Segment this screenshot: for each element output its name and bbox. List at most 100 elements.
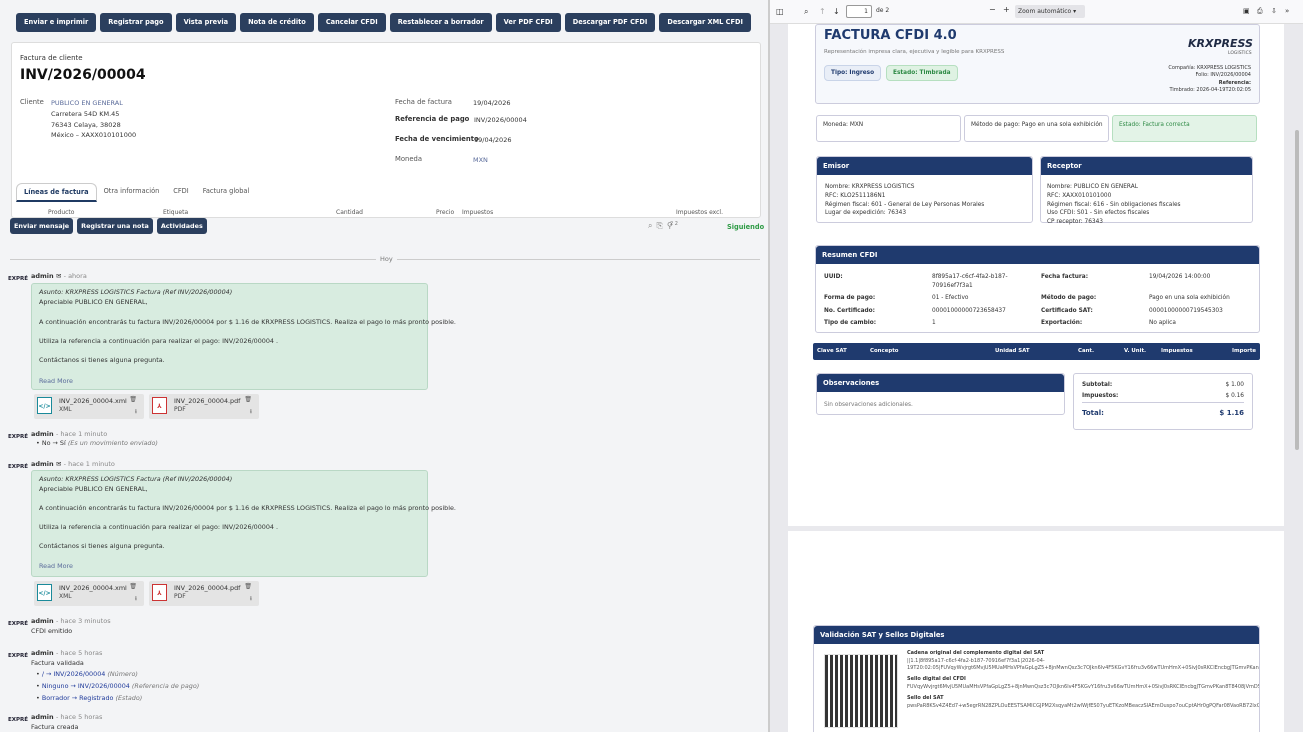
observaciones-text: Sin observaciones adicionales. <box>824 402 913 408</box>
date-separator: Hoy <box>10 255 760 263</box>
client-address-line3: México – XAXX010101000 <box>51 131 137 139</box>
tab-other-info[interactable]: Otra información <box>97 183 167 202</box>
activities-button[interactable]: Actividades <box>156 218 207 234</box>
col-taxes: Impuestos <box>462 209 494 216</box>
zoom-in-icon[interactable]: + <box>1003 5 1010 14</box>
zoom-out-icon[interactable]: − <box>989 5 996 14</box>
page-number-input[interactable]: 1 <box>846 5 872 18</box>
validation-card: Validación SAT y Sellos Digitales Cadena… <box>813 625 1260 732</box>
invoice-date-field[interactable]: 19/04/2026 <box>473 98 510 109</box>
register-payment-button[interactable]: Registrar pago <box>100 13 172 32</box>
download-xml-cfdi-button[interactable]: Descargar XML CFDI <box>659 13 751 32</box>
payment-ref-field[interactable]: INV/2026/00004 <box>474 115 527 126</box>
attachment-xml[interactable]: </> INV_2026_00004.xml XML 🗑 ⭳ <box>34 394 144 419</box>
attachment-pdf[interactable]: ⅄ INV_2026_00004.pdf PDF 🗑 ⭳ <box>149 394 259 419</box>
attachment-icon[interactable]: ⎘ <box>656 221 666 230</box>
action-toolbar: Enviar e imprimir Registrar pago Vista pre… <box>16 13 751 32</box>
page-count: de 2 <box>876 7 890 14</box>
download-icon[interactable]: ⭳ <box>250 407 252 417</box>
email-line2: Utiliza la referencia a continuación par… <box>39 337 279 345</box>
avatar: EXPRÉ <box>8 621 29 627</box>
download-pdf-cfdi-button[interactable]: Descargar PDF CFDI <box>564 13 656 32</box>
message-time: - hace 5 horas <box>55 649 103 657</box>
search-icon[interactable]: ⌕ <box>804 7 808 17</box>
type-badge: Tipo: Ingreso <box>824 65 882 81</box>
following-button[interactable]: Siguiendo <box>727 223 764 231</box>
pdf-scrollbar[interactable] <box>1295 130 1299 450</box>
trash-icon[interactable]: 🗑 <box>129 396 137 403</box>
currency-field[interactable]: MXN <box>473 155 488 166</box>
client-name-link[interactable]: PUBLICO EN GENERAL <box>51 98 123 109</box>
download-icon[interactable]: ⭳ <box>135 594 137 604</box>
log-note-button[interactable]: Registrar una nota <box>77 218 153 234</box>
emisor-line: Nombre: KRXPRESS LOGISTICS <box>825 184 915 190</box>
email-subject: Asunto: KRXPRESS LOGISTICS Factura (Ref … <box>39 475 233 483</box>
tracking-field: (Estado) <box>115 694 143 702</box>
pdf-file-icon: ⅄ <box>152 584 167 601</box>
arrow-down-icon[interactable]: ↓ <box>833 7 840 16</box>
date-label: Fecha de factura <box>395 98 452 106</box>
col-concepto: Concepto <box>870 348 899 354</box>
emisor-card: Emisor Nombre: KRXPRESS LOGISTICS RFC: K… <box>816 156 1033 223</box>
uuid-value: 8f895a17-c6cf-4fa2-b187-70916ef7f3a1 <box>932 274 1008 289</box>
preview-button[interactable]: Vista previa <box>175 13 237 32</box>
zoom-select[interactable]: Zoom automático ▾ <box>1015 5 1085 18</box>
trash-icon[interactable]: 🗑 <box>129 583 137 590</box>
download-icon[interactable]: ⭳ <box>250 594 252 604</box>
view-pdf-cfdi-button[interactable]: Ver PDF CFDI <box>495 13 561 32</box>
arrow-up-icon[interactable]: ↑ <box>819 7 826 16</box>
col-vunit: V. Unit. <box>1124 348 1147 354</box>
print-icon[interactable]: ⎙ <box>1257 7 1263 16</box>
receptor-line: CP receptor: 76343 <box>1047 219 1103 226</box>
avatar: EXPRÉ <box>8 717 29 723</box>
col-price: Precio <box>436 209 455 216</box>
impuestos-value: $ 0.16 <box>1225 393 1244 399</box>
forma-label: Forma de pago: <box>824 295 876 301</box>
envelope-icon: ✉ <box>55 272 62 280</box>
reset-draft-button[interactable]: Restablecer a borrador <box>389 13 492 32</box>
tab-cfdi[interactable]: CFDI <box>166 183 195 202</box>
company-info: Compañía: KRXPRESS LOGISTICS Folio: INV/… <box>1168 65 1251 95</box>
send-message-button[interactable]: Enviar mensaje <box>10 218 74 234</box>
tracking-change: • / → INV/2026/00004 (Número) <box>36 670 138 678</box>
read-more-link[interactable]: Read More <box>39 377 73 385</box>
email-line1: A continuación encontrarás tu factura IN… <box>39 504 456 512</box>
cancel-cfdi-button[interactable]: Cancelar CFDI <box>317 13 386 32</box>
company-logo: KRXPRESS <box>1188 37 1253 50</box>
due-date-field[interactable]: 19/04/2026 <box>474 135 511 146</box>
sidebar-toggle-icon[interactable]: ◫ <box>776 7 784 16</box>
today-label: Hoy <box>376 255 397 263</box>
currency-label: Moneda <box>395 155 422 163</box>
forma-value: 01 - Efectivo <box>932 295 969 301</box>
trash-icon[interactable]: 🗑 <box>244 583 252 590</box>
message-author: admin - hace 5 horas <box>31 649 102 657</box>
credit-note-button[interactable]: Nota de crédito <box>240 13 314 32</box>
trash-icon[interactable]: 🗑 <box>244 396 252 403</box>
col-unidad-sat: Unidad SAT <box>995 348 1030 354</box>
col-quantity: Cantidad <box>336 209 363 216</box>
attachment-type: PDF <box>174 406 186 413</box>
pdf-page-1: FACTURA CFDI 4.0 Representación impresa … <box>788 24 1284 526</box>
concepts-table-header: Clave SAT Concepto Unidad SAT Cant. V. U… <box>813 343 1260 360</box>
referencia-line: Referencia: <box>1218 79 1251 86</box>
author-name: admin <box>31 617 54 625</box>
author-name: admin <box>31 713 54 721</box>
invoice-form: Factura de cliente INV/2026/00004 Client… <box>11 42 761 218</box>
attachment-name: INV_2026_00004.pdf <box>174 397 241 405</box>
tipo-value: 1 <box>932 320 936 326</box>
menu-icon[interactable]: » <box>1285 7 1289 15</box>
tracking-value: Borrador → Registrado <box>41 694 114 702</box>
save-icon[interactable]: ⇩ <box>1271 7 1277 15</box>
tab-invoice-lines[interactable]: Líneas de factura <box>16 183 97 202</box>
read-more-link[interactable]: Read More <box>39 562 73 570</box>
presentation-icon[interactable]: ▣ <box>1243 7 1250 15</box>
client-address-line2: 76343 Celaya, 38028 <box>51 121 121 129</box>
moneda-card: Moneda: MXN <box>816 115 961 142</box>
observaciones-card: Observaciones Sin observaciones adiciona… <box>816 373 1065 415</box>
attachment-pdf[interactable]: ⅄ INV_2026_00004.pdf PDF 🗑 ⭳ <box>149 581 259 606</box>
status-badge: Estado: Timbrada <box>886 65 958 81</box>
tab-global-invoice[interactable]: Factura global <box>196 183 257 202</box>
send-print-button[interactable]: Enviar e imprimir <box>16 13 97 32</box>
download-icon[interactable]: ⭳ <box>135 407 137 417</box>
attachment-xml[interactable]: </> INV_2026_00004.xml XML 🗑 ⭳ <box>34 581 144 606</box>
